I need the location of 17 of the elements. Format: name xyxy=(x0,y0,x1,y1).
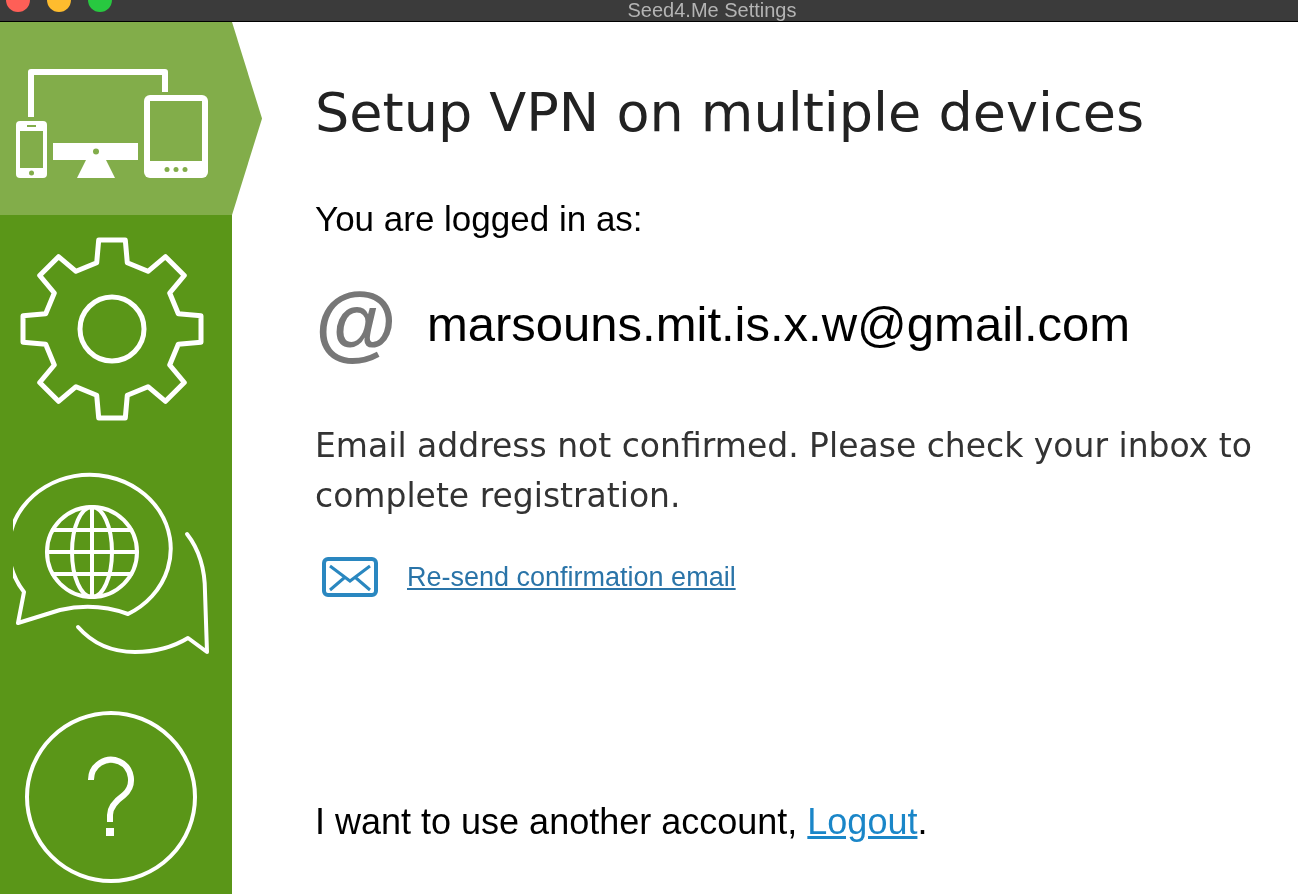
sidebar-tab[interactable] xyxy=(0,22,262,215)
resend-confirmation-link[interactable]: Re-send confirmation email xyxy=(407,563,736,591)
switch-account-text: I want to use another account, Logout. xyxy=(315,804,928,840)
settings-icon xyxy=(18,235,206,423)
devices-icon xyxy=(14,66,210,180)
envelope-icon xyxy=(322,557,378,597)
close-window-icon[interactable] xyxy=(6,0,30,12)
logged-in-label: You are logged in as: xyxy=(315,201,643,236)
at-sign-icon: @ xyxy=(315,280,397,364)
zoom-window-icon[interactable] xyxy=(88,0,112,12)
confirmation-notice: Email address not confirmed. Please check your inbox to complete registration. xyxy=(315,425,1253,517)
logout-link[interactable]: Logout xyxy=(807,801,918,842)
help-icon xyxy=(25,711,197,883)
account-email: marsouns.mit.is.x.w@gmail.com xyxy=(426,299,1131,349)
window-title: Seed4.Me Settings xyxy=(627,0,797,21)
page-heading: Setup VPN on multiple devices xyxy=(315,86,1144,140)
minimize-window-icon[interactable] xyxy=(47,0,71,12)
